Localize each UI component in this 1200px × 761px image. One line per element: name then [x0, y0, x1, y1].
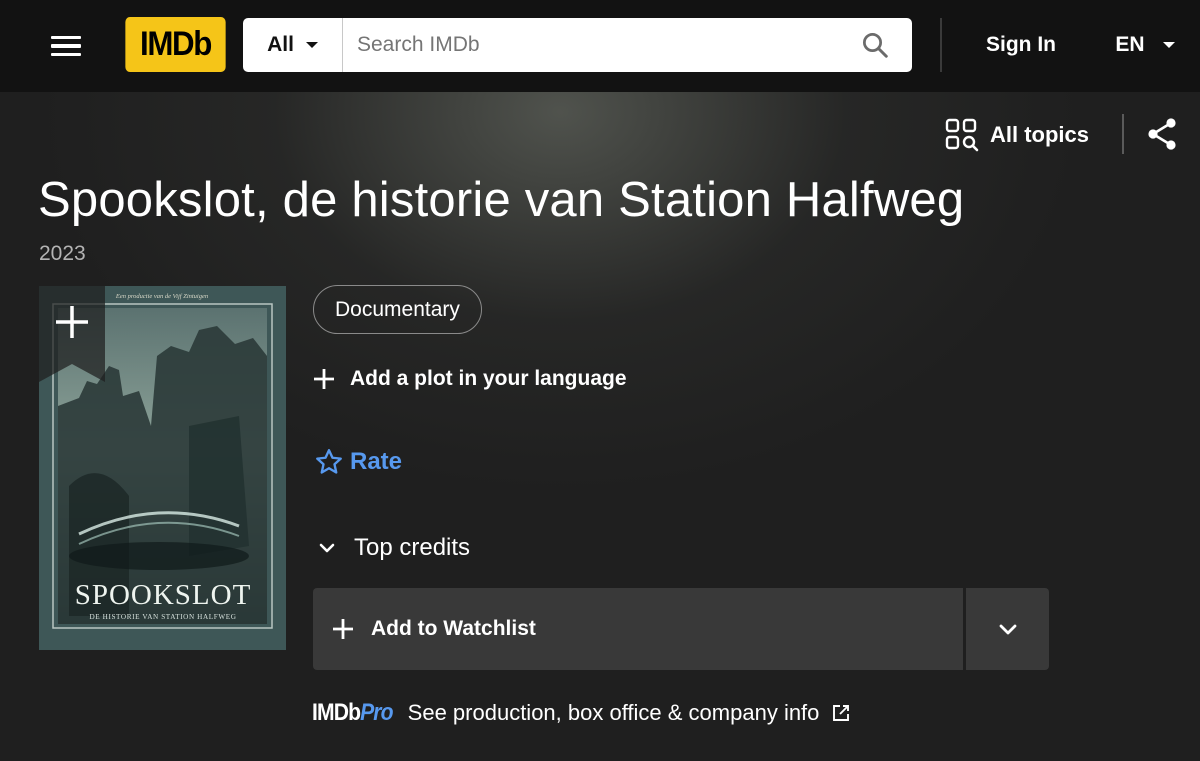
top-navbar: IMDb All Sign In EN: [0, 0, 1200, 92]
genre-label: Documentary: [335, 297, 460, 321]
search-category-select[interactable]: All: [243, 18, 343, 72]
rate-label: Rate: [350, 448, 403, 475]
plus-icon: [333, 619, 353, 639]
add-to-watchlist-button[interactable]: Add to Watchlist: [313, 588, 963, 670]
imdbpro-logo: IMDbPro: [312, 699, 394, 727]
share-button[interactable]: [1144, 116, 1180, 152]
rate-button[interactable]: Rate: [314, 444, 402, 480]
search-icon: [863, 33, 888, 58]
imdbpro-logo-imdb: IMDb: [312, 699, 361, 726]
hero-divider: [1122, 114, 1124, 154]
chevron-down-icon: [319, 543, 335, 553]
title-hero: All topics Spookslot, de historie van St…: [0, 92, 1200, 761]
grid-search-icon: [945, 118, 979, 152]
watchlist-button-group: Add to Watchlist: [313, 588, 1049, 670]
imdbpro-logo-pro: Pro: [360, 699, 393, 726]
imdbpro-link[interactable]: IMDbPro See production, box office & com…: [312, 696, 851, 730]
poster-title-text: SPOOKSLOT: [75, 579, 252, 611]
search-input[interactable]: [343, 18, 838, 72]
add-plot-label: Add a plot in your language: [350, 367, 627, 390]
language-label: EN: [1115, 33, 1145, 56]
poster-image[interactable]: Een productie van de Vijf Zintuigen SPOO…: [39, 286, 286, 650]
search-bar: All: [243, 18, 912, 72]
nav-divider: [940, 18, 942, 72]
top-credits-toggle[interactable]: Top credits: [316, 530, 470, 566]
genre-chip[interactable]: Documentary: [313, 285, 482, 334]
ribbon-shape: [39, 286, 105, 382]
top-credits-label: Top credits: [354, 534, 471, 561]
search-category-label: All: [267, 33, 294, 56]
add-plot-button[interactable]: Add a plot in your language: [312, 362, 627, 396]
external-link-icon: [833, 705, 850, 721]
page-title: Spookslot, de historie van Station Halfw…: [38, 173, 965, 227]
caret-down-icon: [1162, 42, 1175, 48]
watchlist-options-button[interactable]: [966, 588, 1049, 670]
all-topics-label: All topics: [990, 122, 1090, 147]
poster-subtitle-text: DE HISTORIE VAN STATION HALFWEG: [90, 613, 237, 621]
share-icon: [1148, 118, 1176, 150]
poster-top-line: Een productie van de Vijf Zintuigen: [115, 293, 208, 300]
imdbpro-link-label: See production, box office & company inf…: [407, 700, 820, 725]
hamburger-icon[interactable]: [46, 26, 86, 66]
caret-down-icon: [305, 42, 318, 48]
release-year-link[interactable]: 2023: [39, 242, 86, 266]
language-select[interactable]: EN: [1100, 18, 1190, 72]
add-to-watchlist-ribbon[interactable]: [39, 286, 105, 382]
star-outline-icon: [316, 449, 342, 474]
all-topics-button[interactable]: All topics: [944, 114, 1089, 156]
search-button[interactable]: [838, 18, 912, 72]
imdb-logo[interactable]: IMDb: [125, 17, 226, 72]
chevron-down-icon: [999, 624, 1016, 635]
plus-icon: [314, 369, 334, 389]
add-to-watchlist-label: Add to Watchlist: [371, 617, 536, 640]
sign-in-button[interactable]: Sign In: [962, 18, 1080, 72]
